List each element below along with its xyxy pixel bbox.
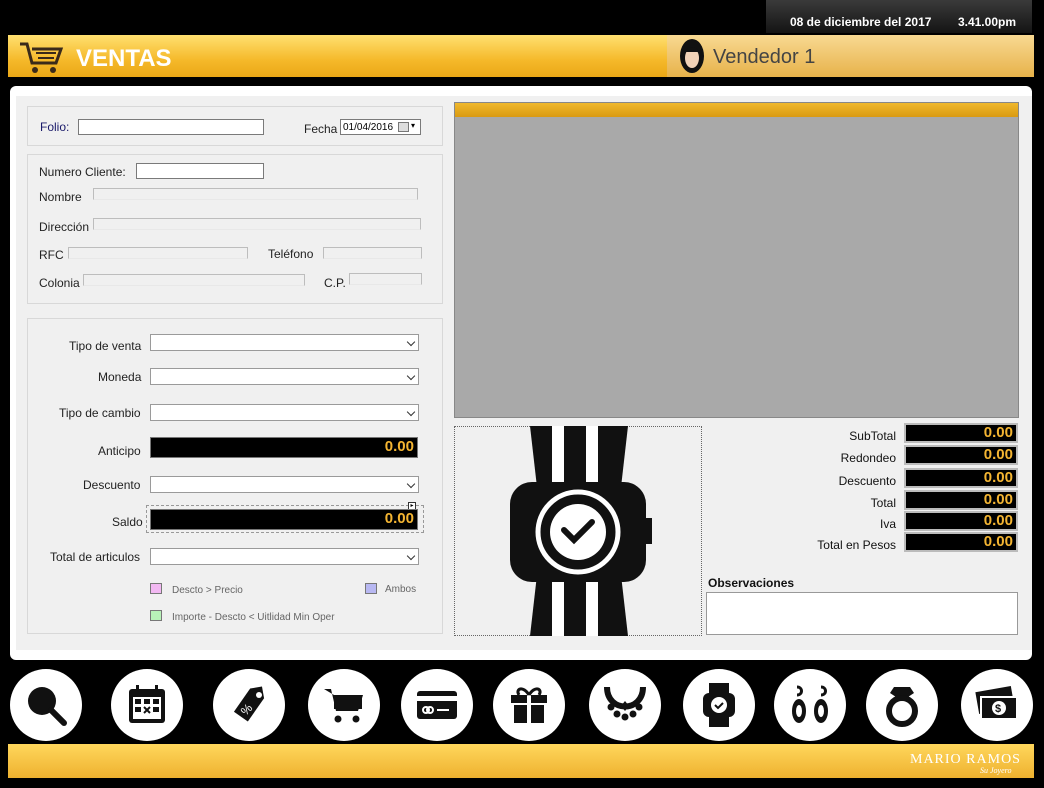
- search-icon: [28, 687, 67, 726]
- rounding-value: 0.00: [904, 445, 1018, 465]
- sale-type-label: Tipo de venta: [69, 339, 142, 353]
- client-number-label: Numero Cliente:: [39, 165, 126, 179]
- credit-card-icon: [417, 691, 457, 719]
- date-picker[interactable]: 01/04/2016 ▾: [340, 119, 421, 135]
- gift-button[interactable]: [493, 669, 565, 741]
- brand-tagline: Su Joyero: [980, 766, 1012, 775]
- items-total-select[interactable]: [150, 548, 419, 565]
- client-number-input[interactable]: [136, 163, 264, 179]
- colony-label: Colonia: [39, 276, 80, 290]
- svg-text:$: $: [995, 703, 1001, 715]
- earrings-icon: [792, 685, 828, 723]
- currency-select[interactable]: [150, 368, 419, 385]
- subtotal-label: SubTotal: [849, 429, 896, 443]
- total-label: Total: [870, 496, 896, 510]
- rfc-label: RFC: [39, 248, 64, 262]
- phone-field[interactable]: [323, 247, 422, 259]
- search-button[interactable]: [10, 669, 82, 741]
- legend-discount-price: Descto > Precio: [172, 585, 243, 596]
- address-field[interactable]: [93, 218, 421, 230]
- discount-label: Descuento: [83, 478, 141, 492]
- advance-label: Anticipo: [98, 444, 141, 458]
- card-payment-button[interactable]: [401, 669, 473, 741]
- items-grid[interactable]: [454, 102, 1019, 418]
- phone-label: Teléfono: [268, 247, 314, 261]
- total-discount-value: 0.00: [904, 468, 1018, 488]
- money-icon: $: [975, 686, 1018, 720]
- total-pesos-value: 0.00: [904, 532, 1018, 552]
- legend-swatch-discount-price: [150, 583, 162, 594]
- watch-icon: [703, 683, 735, 727]
- items-total-label: Total de articulos: [50, 550, 141, 564]
- balance-label: Saldo: [112, 515, 143, 529]
- discount-select[interactable]: [150, 476, 419, 493]
- calendar-icon: [129, 685, 165, 723]
- date-value: 01/04/2016: [343, 122, 394, 133]
- name-label: Nombre: [39, 190, 82, 204]
- seller-avatar-icon: [680, 39, 704, 73]
- necklace-icon: [604, 686, 646, 721]
- total-discount-label: Descuento: [838, 474, 896, 488]
- legend-swatch-both: [365, 583, 377, 594]
- footer-bar: [8, 744, 1034, 778]
- ring-icon: [886, 687, 918, 727]
- watch-image-icon: [510, 426, 652, 636]
- datetime-bar: 08 de diciembre del 2017 3.41.00pm: [766, 0, 1032, 33]
- subtotal-value: 0.00: [904, 423, 1018, 443]
- iva-value: 0.00: [904, 511, 1018, 531]
- time-text: 3.41.00pm: [957, 15, 1016, 29]
- calendar-button[interactable]: [111, 669, 183, 741]
- gift-icon: [511, 687, 547, 723]
- exchange-select[interactable]: [150, 404, 419, 421]
- ring-button[interactable]: [866, 669, 938, 741]
- cart-button[interactable]: [308, 669, 380, 741]
- address-label: Dirección: [39, 220, 90, 234]
- page-title: VENTAS: [76, 45, 172, 72]
- legend-swatch-amount: [150, 610, 162, 621]
- zip-label: C.P.: [324, 276, 346, 290]
- name-field[interactable]: [93, 188, 418, 200]
- total-value: 0.00: [904, 490, 1018, 510]
- advance-display[interactable]: 0.00: [150, 437, 418, 458]
- calendar-dropdown-icon[interactable]: [398, 122, 409, 132]
- exchange-label: Tipo de cambio: [59, 406, 141, 420]
- sale-type-select[interactable]: [150, 334, 419, 351]
- necklace-button[interactable]: [589, 669, 661, 741]
- cart-header-icon: [20, 42, 64, 73]
- legend-amount: Importe - Descto < Uitlidad Min Oper: [172, 612, 335, 623]
- rounding-label: Redondeo: [840, 451, 896, 465]
- zip-field[interactable]: [349, 273, 422, 285]
- money-button[interactable]: $: [961, 669, 1033, 741]
- seller-name: Vendedor 1: [713, 46, 816, 68]
- earrings-button[interactable]: [774, 669, 846, 741]
- colony-field[interactable]: [83, 274, 305, 286]
- discount-tag-icon: %: [233, 686, 265, 722]
- folio-label: Folio:: [40, 120, 70, 134]
- folio-input[interactable]: [78, 119, 264, 135]
- observations-label: Observaciones: [708, 576, 795, 590]
- date-text: 08 de diciembre del 2017: [790, 15, 932, 29]
- rfc-field[interactable]: [68, 247, 248, 259]
- date-label: Fecha: [304, 122, 338, 136]
- cart-icon: [324, 689, 363, 723]
- currency-label: Moneda: [98, 370, 142, 384]
- watch-button[interactable]: [683, 669, 755, 741]
- legend-both: Ambos: [385, 584, 417, 595]
- observations-textarea[interactable]: [706, 592, 1018, 635]
- discount-button[interactable]: %: [213, 669, 285, 741]
- chevron-down-icon[interactable]: ▾: [411, 121, 415, 130]
- total-pesos-label: Total en Pesos: [817, 538, 896, 552]
- balance-display[interactable]: 0.00: [150, 509, 418, 530]
- items-grid-header: [455, 103, 1018, 117]
- iva-label: Iva: [879, 517, 896, 531]
